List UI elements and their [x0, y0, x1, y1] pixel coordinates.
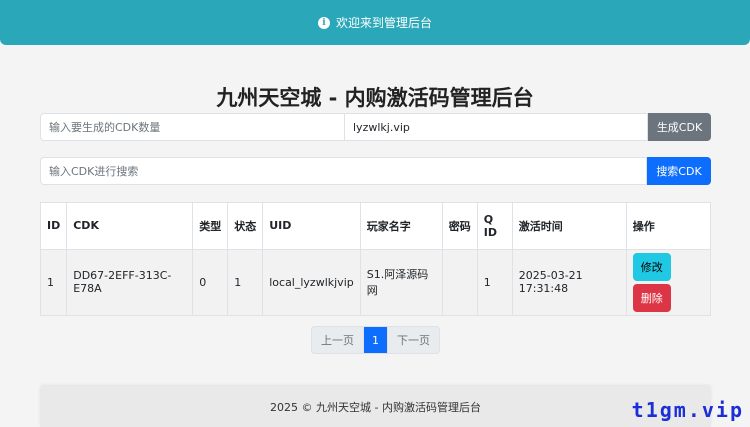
cell-qid: 1 — [477, 249, 513, 315]
cell-password — [442, 249, 478, 315]
cell-cdk: DD67-2EFF-313C-E78A — [66, 249, 194, 315]
cdk-table: ID CDK 类型 状态 UID 玩家名字 密码 Q ID 激活时间 操作 1 … — [40, 202, 711, 316]
footer-text: 2025 © 九州天空城 - 内购激活码管理后台 — [270, 400, 481, 414]
page-title: 九州天空城 - 内购激活码管理后台 — [216, 86, 534, 110]
cell-id: 1 — [41, 249, 68, 315]
search-cdk-input[interactable] — [40, 157, 647, 185]
header-uid: UID — [262, 203, 361, 250]
footer: 2025 © 九州天空城 - 内购激活码管理后台 — [40, 386, 711, 427]
cdk-count-input[interactable] — [40, 113, 345, 141]
edit-button[interactable]: 修改 — [632, 252, 671, 281]
cell-status: 1 — [227, 249, 264, 315]
cell-actions: 修改 删除 — [626, 249, 710, 315]
welcome-banner: i 欢迎来到管理后台 — [0, 0, 750, 45]
welcome-text: 欢迎来到管理后台 — [335, 16, 432, 30]
generate-cdk-button[interactable]: 生成CDK — [648, 113, 711, 141]
cell-activation-time: 2025-03-21 17:31:48 — [512, 249, 627, 315]
generate-form: 生成CDK — [40, 113, 711, 141]
header-id: ID — [41, 203, 68, 250]
search-form: 搜索CDK — [40, 157, 711, 185]
next-page-button[interactable]: 下一页 — [387, 327, 439, 353]
header-status: 状态 — [227, 203, 264, 250]
header-password: 密码 — [442, 203, 478, 250]
search-cdk-button[interactable]: 搜索CDK — [647, 157, 711, 185]
info-icon: i — [317, 16, 330, 29]
cell-type: 0 — [192, 249, 229, 315]
table-row: 1 DD67-2EFF-313C-E78A 0 1 local_lyzwlkjv… — [41, 249, 710, 315]
cell-uid: local_lyzwlkjvip — [262, 249, 361, 315]
watermark: t1gm.vip — [631, 398, 744, 422]
header-type: 类型 — [192, 203, 229, 250]
header-actions: 操作 — [626, 203, 710, 250]
cell-player-name: S1.阿泽源码网 — [360, 249, 443, 315]
domain-input[interactable] — [345, 113, 648, 141]
table-header-row: ID CDK 类型 状态 UID 玩家名字 密码 Q ID 激活时间 操作 — [41, 203, 710, 250]
page-1-button[interactable]: 1 — [363, 327, 387, 353]
header-cdk: CDK — [66, 203, 194, 250]
header-player-name: 玩家名字 — [360, 203, 443, 250]
delete-button[interactable]: 删除 — [632, 283, 671, 312]
header-qid: Q ID — [477, 203, 513, 250]
header-activation-time: 激活时间 — [512, 203, 627, 250]
pagination: 上一页 1 下一页 — [311, 326, 440, 354]
prev-page-button[interactable]: 上一页 — [312, 327, 363, 353]
